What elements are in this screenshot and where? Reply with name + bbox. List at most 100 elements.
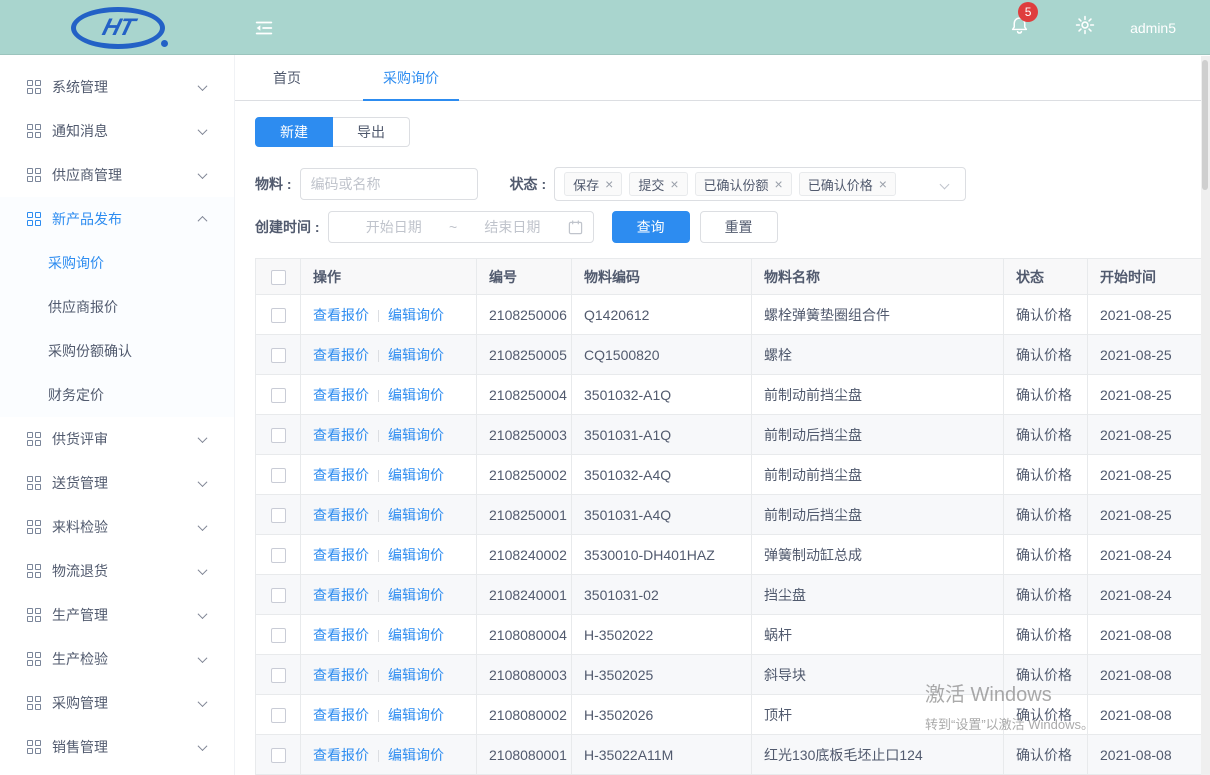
sidebar-subitem[interactable]: 财务定价: [0, 373, 234, 417]
status-select[interactable]: 保存 提交 已确认份额 已确认价格: [554, 167, 966, 201]
sidebar-subitem[interactable]: 供应商报价: [0, 285, 234, 329]
view-quote-link[interactable]: 查看报价: [313, 547, 369, 563]
edit-inquiry-link[interactable]: 编辑询价: [388, 507, 444, 523]
view-quote-link[interactable]: 查看报价: [313, 507, 369, 523]
edit-inquiry-link[interactable]: 编辑询价: [388, 747, 444, 763]
sidebar-item[interactable]: 系统管理: [0, 65, 234, 109]
sidebar-subitem[interactable]: 采购询价: [0, 241, 234, 285]
cell-material-name: 顶杆: [752, 695, 1004, 735]
edit-inquiry-link[interactable]: 编辑询价: [388, 467, 444, 483]
row-checkbox[interactable]: [271, 748, 286, 763]
view-quote-link[interactable]: 查看报价: [313, 627, 369, 643]
sidebar-subitem-label: 采购询价: [48, 253, 104, 273]
view-quote-link[interactable]: 查看报价: [313, 387, 369, 403]
cell-start-date: 2021-08-08: [1088, 655, 1210, 695]
view-quote-link[interactable]: 查看报价: [313, 747, 369, 763]
sidebar-item[interactable]: 供应商管理: [0, 153, 234, 197]
edit-inquiry-link[interactable]: 编辑询价: [388, 627, 444, 643]
export-button[interactable]: 导出: [333, 117, 410, 147]
view-quote-link[interactable]: 查看报价: [313, 347, 369, 363]
sidebar-item[interactable]: 通知消息: [0, 109, 234, 153]
link-separator: [378, 710, 379, 722]
status-tag[interactable]: 已确认价格: [799, 172, 896, 196]
table-row: 查看报价编辑询价 2108240001 3501031-02 挡尘盘 确认价格 …: [256, 575, 1210, 615]
view-quote-link[interactable]: 查看报价: [313, 427, 369, 443]
cell-status: 确认价格: [1004, 535, 1088, 575]
sidebar: 系统管理 通知消息 供应商管理 新产品发布 采购询价 供应商报价 采购份额确认 …: [0, 55, 235, 775]
sidebar-item[interactable]: 供货评审: [0, 417, 234, 461]
row-checkbox[interactable]: [271, 468, 286, 483]
filter-row-2: 创建时间 : 开始日期 ~ 结束日期 查询 重置: [255, 211, 1210, 243]
tag-close-icon[interactable]: [879, 177, 887, 191]
view-quote-link[interactable]: 查看报价: [313, 707, 369, 723]
cell-status: 确认价格: [1004, 495, 1088, 535]
row-checkbox[interactable]: [271, 588, 286, 603]
edit-inquiry-link[interactable]: 编辑询价: [388, 307, 444, 323]
collapse-sidebar-icon[interactable]: [253, 17, 275, 39]
sidebar-item[interactable]: 来料检验: [0, 505, 234, 549]
cell-start-date: 2021-08-24: [1088, 535, 1210, 575]
table-row: 查看报价编辑询价 2108080004 H-3502022 蜗杆 确认价格 20…: [256, 615, 1210, 655]
edit-inquiry-link[interactable]: 编辑询价: [388, 587, 444, 603]
logo-text: HT: [99, 14, 137, 42]
row-checkbox[interactable]: [271, 708, 286, 723]
tag-close-icon[interactable]: [670, 177, 678, 191]
edit-inquiry-link[interactable]: 编辑询价: [388, 667, 444, 683]
date-range-input[interactable]: 开始日期 ~ 结束日期: [328, 211, 594, 243]
sidebar-item[interactable]: 送货管理: [0, 461, 234, 505]
row-checkbox[interactable]: [271, 508, 286, 523]
status-tag[interactable]: 已确认份额: [695, 172, 792, 196]
grid-icon: [27, 564, 41, 578]
sidebar-item[interactable]: 物流退货: [0, 549, 234, 593]
edit-inquiry-link[interactable]: 编辑询价: [388, 707, 444, 723]
sidebar-subitem-label: 财务定价: [48, 385, 104, 405]
sidebar-item[interactable]: 采购管理: [0, 681, 234, 725]
row-checkbox[interactable]: [271, 388, 286, 403]
sidebar-item-label: 供货评审: [52, 429, 108, 449]
chevron-down-icon: [198, 609, 208, 619]
tab-home[interactable]: 首页: [253, 55, 321, 100]
edit-inquiry-link[interactable]: 编辑询价: [388, 427, 444, 443]
username[interactable]: admin5: [1130, 20, 1176, 36]
tag-close-icon[interactable]: [605, 177, 613, 191]
notification-bell-button[interactable]: 5: [1009, 15, 1030, 41]
tabbar: 首页 采购询价: [235, 55, 1210, 101]
row-checkbox[interactable]: [271, 628, 286, 643]
sidebar-item[interactable]: 生产检验: [0, 637, 234, 681]
grid-icon: [27, 432, 41, 446]
vertical-scrollbar[interactable]: [1201, 56, 1210, 775]
tag-close-icon[interactable]: [775, 177, 783, 191]
new-button[interactable]: 新建: [255, 117, 333, 147]
row-checkbox[interactable]: [271, 348, 286, 363]
view-quote-link[interactable]: 查看报价: [313, 467, 369, 483]
tab-purchase-inquiry[interactable]: 采购询价: [363, 55, 459, 100]
scrollbar-thumb[interactable]: [1202, 60, 1208, 190]
reset-button[interactable]: 重置: [700, 211, 778, 243]
material-input[interactable]: [300, 168, 478, 200]
cell-start-date: 2021-08-25: [1088, 375, 1210, 415]
row-checkbox[interactable]: [271, 308, 286, 323]
row-checkbox[interactable]: [271, 668, 286, 683]
settings-button[interactable]: [1074, 14, 1096, 41]
cell-status: 确认价格: [1004, 575, 1088, 615]
sidebar-subitem[interactable]: 采购份额确认: [0, 329, 234, 373]
cell-start-date: 2021-08-08: [1088, 735, 1210, 775]
sidebar-item[interactable]: 生产管理: [0, 593, 234, 637]
edit-inquiry-link[interactable]: 编辑询价: [388, 547, 444, 563]
sidebar-item[interactable]: 新产品发布: [0, 197, 234, 241]
row-checkbox[interactable]: [271, 548, 286, 563]
status-tag[interactable]: 保存: [564, 172, 622, 196]
app-root: HT 5: [0, 0, 1210, 775]
grid-icon: [27, 80, 41, 94]
row-checkbox[interactable]: [271, 428, 286, 443]
status-tag[interactable]: 提交: [629, 172, 687, 196]
company-logo[interactable]: HT: [71, 7, 165, 49]
select-all-checkbox[interactable]: [271, 270, 286, 285]
edit-inquiry-link[interactable]: 编辑询价: [388, 347, 444, 363]
query-button[interactable]: 查询: [612, 211, 690, 243]
edit-inquiry-link[interactable]: 编辑询价: [388, 387, 444, 403]
sidebar-item[interactable]: 销售管理: [0, 725, 234, 769]
view-quote-link[interactable]: 查看报价: [313, 587, 369, 603]
view-quote-link[interactable]: 查看报价: [313, 307, 369, 323]
view-quote-link[interactable]: 查看报价: [313, 667, 369, 683]
